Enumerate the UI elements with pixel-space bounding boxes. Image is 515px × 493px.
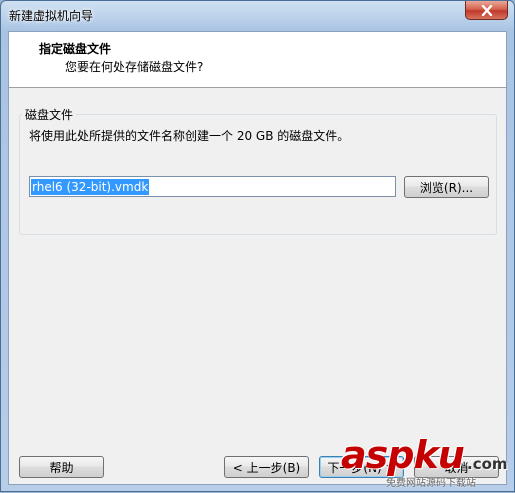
wizard-client-area: 指定磁盘文件 您要在何处存储磁盘文件? 磁盘文件 将使用此处所提供的文件名称创建… xyxy=(8,31,507,485)
wizard-header: 指定磁盘文件 您要在何处存储磁盘文件? xyxy=(9,32,506,88)
disk-file-input[interactable]: rhel6 (32-bit).vmdk xyxy=(29,176,396,197)
watermark-subtitle: 免费网站源码下载站 xyxy=(386,478,476,489)
watermark-dotcom: .com xyxy=(467,455,508,473)
disk-file-description: 将使用此处所提供的文件名称创建一个 20 GB 的磁盘文件。 xyxy=(29,129,350,143)
page-title: 指定磁盘文件 xyxy=(39,42,112,56)
title-bar[interactable]: 新建虚拟机向导 xyxy=(1,1,514,31)
close-button[interactable] xyxy=(465,1,508,20)
disk-file-value: rhel6 (32-bit).vmdk xyxy=(31,178,150,195)
disk-file-group-label: 磁盘文件 xyxy=(22,106,77,123)
watermark-text: aspku xyxy=(341,433,465,477)
watermark-logo: aspku .com 免费网站源码下载站 xyxy=(341,433,515,493)
wizard-window: 新建虚拟机向导 指定磁盘文件 您要在何处存储磁盘文件? 磁盘文件 将使用此处所提… xyxy=(0,0,515,492)
help-button[interactable]: 帮助 xyxy=(19,456,104,478)
close-icon xyxy=(481,4,492,16)
browse-button[interactable]: 浏览(R)... xyxy=(404,176,489,198)
window-title: 新建虚拟机向导 xyxy=(9,9,94,23)
back-button[interactable]: < 上一步(B) xyxy=(224,456,309,478)
page-subtitle: 您要在何处存储磁盘文件? xyxy=(65,60,204,74)
